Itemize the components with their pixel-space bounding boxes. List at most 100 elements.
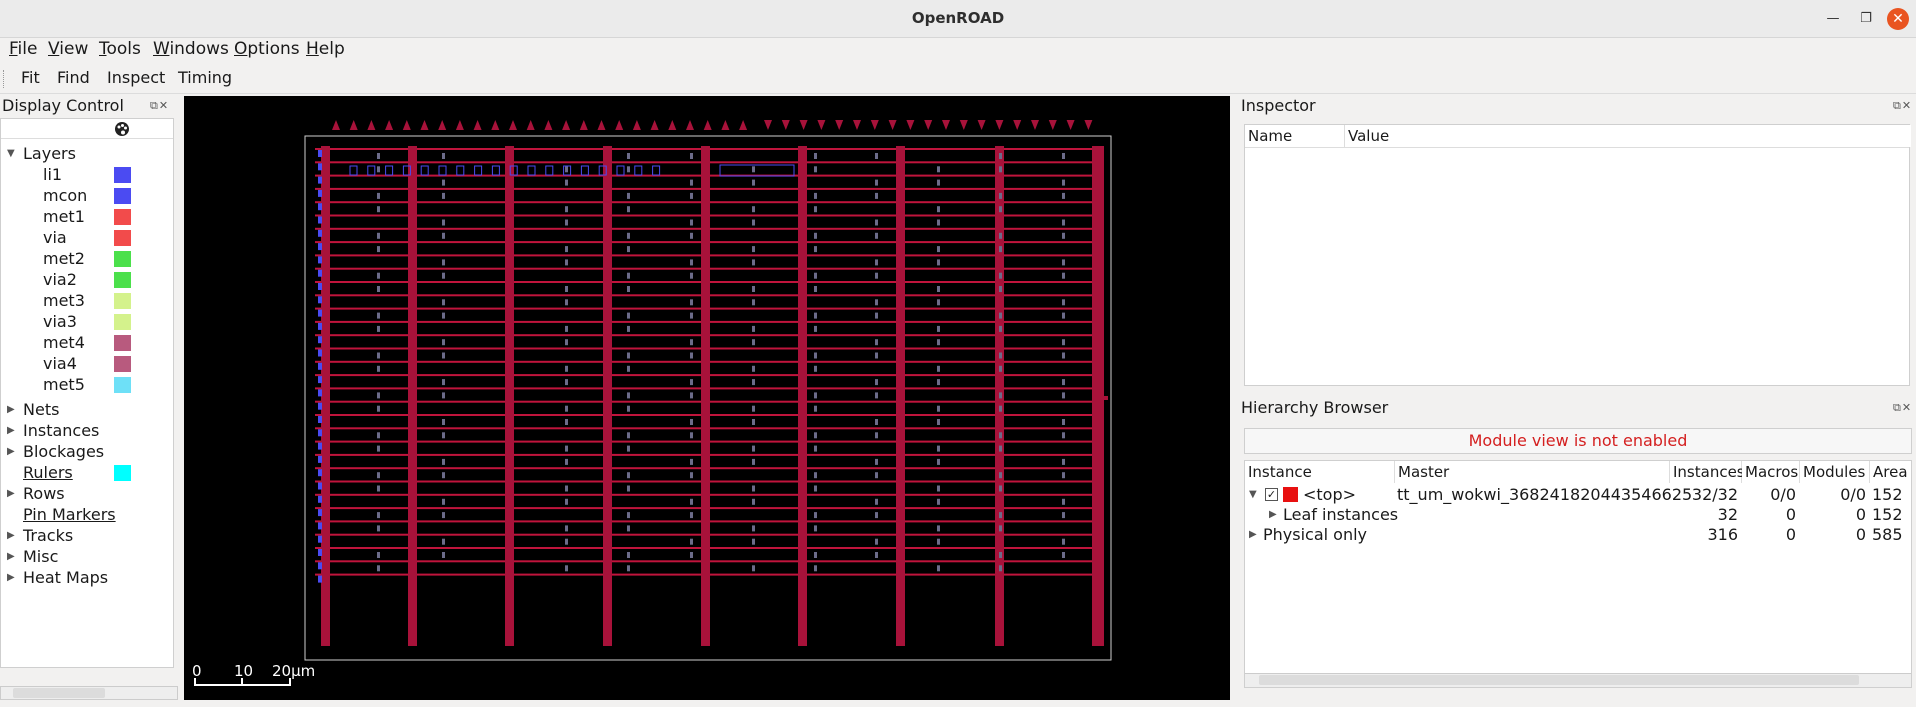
tree-item-rulers[interactable]: Rulers (1, 462, 171, 483)
scrollbar-thumb[interactable] (1259, 675, 1859, 685)
tree-item-pin-markers[interactable]: Pin Markers (1, 504, 171, 525)
visibility-checkbox[interactable] (173, 378, 174, 392)
table-row[interactable]: ▶ Physical only 316 0 0 585 (1245, 525, 1911, 545)
menu-windows[interactable]: Windows (153, 38, 229, 60)
tree-item-nets[interactable]: ▶ Nets (1, 399, 171, 420)
column-value[interactable]: Value (1345, 125, 1911, 147)
visibility-checkbox[interactable]: ✓ (1265, 488, 1278, 501)
visibility-checkbox[interactable] (173, 357, 174, 371)
close-icon[interactable]: ✕ (1887, 8, 1909, 30)
horizontal-scrollbar[interactable] (0, 686, 178, 700)
layer-item-met5[interactable]: met5 (1, 374, 171, 395)
ruler-color-swatch[interactable] (114, 465, 131, 481)
visibility-checkbox[interactable] (173, 315, 174, 329)
chevron-right-icon[interactable]: ▶ (1269, 505, 1277, 525)
visibility-checkbox[interactable] (173, 231, 174, 245)
chevron-right-icon[interactable]: ▶ (7, 546, 15, 567)
layer-color-swatch[interactable] (114, 167, 131, 183)
layer-item-met3[interactable]: met3 (1, 290, 171, 311)
column-area[interactable]: Area (1870, 461, 1911, 483)
chevron-right-icon[interactable]: ▶ (7, 420, 15, 441)
inspect-button[interactable]: Inspect (107, 68, 165, 87)
visibility-checkbox[interactable] (173, 336, 174, 350)
tree-item-heat-maps[interactable]: ▶ Heat Maps (1, 567, 171, 588)
visibility-checkbox[interactable] (173, 403, 174, 417)
timing-button[interactable]: Timing (178, 68, 232, 87)
visibility-checkbox[interactable] (173, 189, 174, 203)
visibility-checkbox[interactable] (173, 508, 174, 522)
tree-item-layers[interactable]: ▼ Layers (1, 143, 171, 164)
layer-item-via3[interactable]: via3 (1, 311, 171, 332)
layer-color-swatch[interactable] (114, 209, 131, 225)
visibility-checkbox[interactable] (173, 252, 174, 266)
highlight-color-swatch[interactable] (1283, 487, 1298, 502)
chevron-right-icon[interactable]: ▶ (7, 399, 15, 420)
menu-help[interactable]: Help (306, 38, 345, 60)
column-modules[interactable]: Modules (1800, 461, 1870, 483)
visibility-checkbox[interactable] (173, 273, 174, 287)
dock-buttons[interactable]: ⧉✕ (1893, 99, 1912, 113)
layout-view[interactable]: 0 10 20μm (184, 96, 1230, 700)
layer-color-swatch[interactable] (114, 335, 131, 351)
menu-options[interactable]: Options (234, 38, 300, 60)
visibility-checkbox[interactable] (173, 445, 174, 459)
chevron-right-icon[interactable]: ▶ (1249, 525, 1257, 545)
chevron-down-icon[interactable]: ▼ (7, 143, 15, 164)
layer-item-mcon[interactable]: mcon (1, 185, 171, 206)
layer-item-met2[interactable]: met2 (1, 248, 171, 269)
tree-item-misc[interactable]: ▶ Misc (1, 546, 171, 567)
layer-color-swatch[interactable] (114, 293, 131, 309)
layer-item-met1[interactable]: met1 (1, 206, 171, 227)
visibility-checkbox[interactable] (173, 529, 174, 543)
visibility-checkbox[interactable] (173, 487, 174, 501)
table-row[interactable]: ▶ Leaf instances 32 0 0 152 (1245, 505, 1911, 525)
visibility-checkbox[interactable] (173, 550, 174, 564)
chevron-right-icon[interactable]: ▶ (7, 441, 15, 462)
layer-color-swatch[interactable] (114, 251, 131, 267)
tree-item-rows[interactable]: ▶ Rows (1, 483, 171, 504)
layer-color-swatch[interactable] (114, 377, 131, 393)
layer-item-via2[interactable]: via2 (1, 269, 171, 290)
tree-item-blockages[interactable]: ▶ Blockages (1, 441, 171, 462)
menu-tools[interactable]: Tools (99, 38, 141, 60)
layer-item-via[interactable]: via (1, 227, 171, 248)
horizontal-scrollbar[interactable] (1245, 673, 1911, 687)
toolbar-grip[interactable] (3, 70, 6, 88)
dock-buttons[interactable]: ⧉✕ (150, 99, 169, 113)
chevron-down-icon[interactable]: ▼ (1249, 485, 1257, 505)
tree-item-instances[interactable]: ▶ Instances (1, 420, 171, 441)
layout-canvas[interactable]: 0 10 20μm (184, 96, 1230, 700)
chevron-right-icon[interactable]: ▶ (7, 525, 15, 546)
dock-buttons[interactable]: ⧉✕ (1893, 401, 1912, 415)
tree-item-tracks[interactable]: ▶ Tracks (1, 525, 171, 546)
fit-button[interactable]: Fit (21, 68, 40, 87)
visibility-checkbox[interactable] (173, 466, 174, 480)
scrollbar-thumb[interactable] (13, 688, 105, 698)
layer-item-li1[interactable]: li1 (1, 164, 171, 185)
table-row[interactable]: ▼ ✓ <top> tt_um_wokwi_368241820443546625… (1245, 485, 1911, 505)
column-master[interactable]: Master (1395, 461, 1670, 483)
restore-icon[interactable]: ❐ (1855, 8, 1877, 30)
layer-color-swatch[interactable] (114, 356, 131, 372)
visibility-checkbox[interactable] (173, 294, 174, 308)
layer-item-via4[interactable]: via4 (1, 353, 171, 374)
menu-view[interactable]: View (48, 38, 88, 60)
layer-color-swatch[interactable] (114, 272, 131, 288)
visibility-checkbox[interactable] (173, 210, 174, 224)
visibility-checkbox[interactable] (173, 571, 174, 585)
layer-color-swatch[interactable] (114, 188, 131, 204)
column-name[interactable]: Name (1245, 125, 1345, 147)
menu-file[interactable]: File (9, 38, 37, 60)
chevron-right-icon[interactable]: ▶ (7, 483, 15, 504)
visibility-checkbox[interactable] (173, 168, 174, 182)
find-button[interactable]: Find (57, 68, 90, 87)
column-macros[interactable]: Macros (1742, 461, 1800, 483)
visibility-checkbox[interactable] (173, 424, 174, 438)
column-instances[interactable]: Instances (1670, 461, 1745, 483)
layer-item-met4[interactable]: met4 (1, 332, 171, 353)
column-instance[interactable]: Instance (1245, 461, 1395, 483)
layer-color-swatch[interactable] (114, 230, 131, 246)
chevron-right-icon[interactable]: ▶ (7, 567, 15, 588)
minimize-icon[interactable]: — (1822, 8, 1844, 30)
layer-color-swatch[interactable] (114, 314, 131, 330)
